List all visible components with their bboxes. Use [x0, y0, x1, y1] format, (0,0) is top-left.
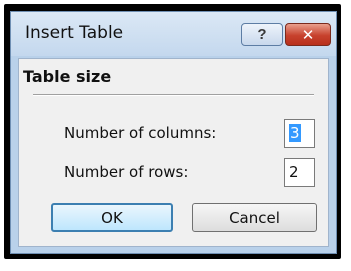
dialog-title: Insert Table [25, 23, 124, 43]
rows-label: Number of rows: [64, 163, 189, 181]
section-divider [33, 94, 314, 96]
columns-value: 3 [289, 124, 301, 142]
close-button[interactable]: ✕ [285, 23, 331, 46]
title-bar[interactable]: Insert Table ? ✕ [11, 12, 336, 56]
ok-button[interactable]: OK [51, 203, 173, 232]
columns-input[interactable]: 3 [284, 119, 315, 148]
help-button[interactable]: ? [241, 23, 283, 46]
help-icon: ? [257, 26, 267, 43]
table-size-heading: Table size [23, 67, 112, 86]
close-icon: ✕ [301, 26, 315, 44]
cancel-button[interactable]: Cancel [192, 203, 317, 232]
rows-input[interactable]: 2 [284, 158, 315, 187]
columns-label: Number of columns: [64, 124, 217, 142]
